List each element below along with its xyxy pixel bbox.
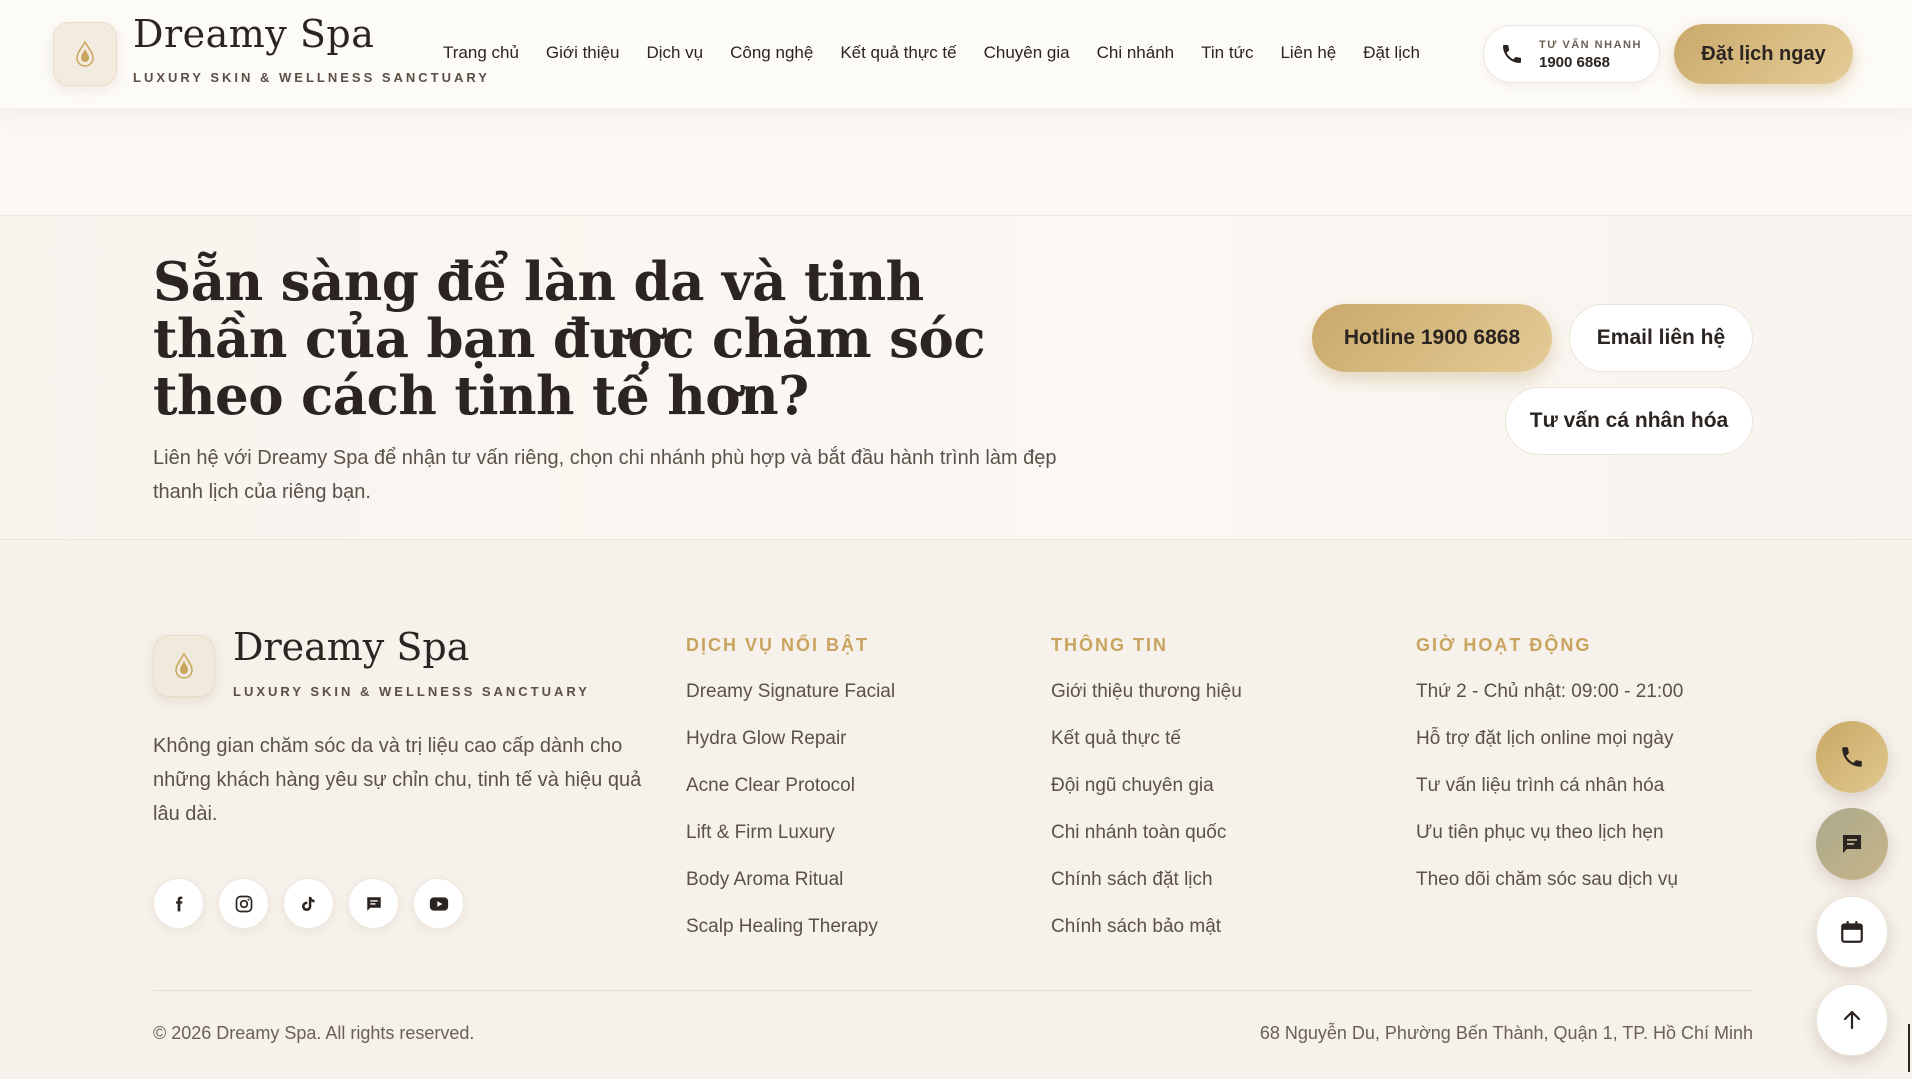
book-now-button[interactable]: Đặt lịch ngay: [1674, 24, 1853, 84]
nav-item-news[interactable]: Tin tức: [1201, 43, 1253, 65]
cta-section: Sẵn sàng để làn da và tinh thần của bạn …: [0, 215, 1912, 540]
site-footer: Dreamy Spa LUXURY SKIN & WELLNESS SANCTU…: [0, 540, 1912, 1079]
brand-name[interactable]: Dreamy Spa: [133, 12, 374, 56]
floating-chat-button[interactable]: [1816, 808, 1888, 880]
footer-link[interactable]: Body Aroma Ritual: [686, 869, 895, 916]
footer-address: 68 Nguyễn Du, Phường Bến Thành, Quận 1, …: [1259, 1023, 1753, 1043]
facebook-link[interactable]: [153, 878, 204, 929]
footer-brand-tagline: LUXURY SKIN & WELLNESS SANCTUARY: [233, 684, 590, 699]
footer-link[interactable]: Lift & Firm Luxury: [686, 822, 895, 869]
copyright: © 2026 Dreamy Spa. All rights reserved.: [153, 1023, 475, 1043]
email-contact-button[interactable]: Email liên hệ: [1569, 304, 1753, 372]
footer-text: Hỗ trợ đặt lịch online mọi ngày: [1416, 728, 1674, 749]
footer-link[interactable]: Chi nhánh toàn quốc: [1051, 822, 1242, 869]
footer-link[interactable]: Kết quả thực tế: [1051, 728, 1242, 775]
hotline-number: 1900 6868: [1539, 54, 1610, 71]
nav-item-contact[interactable]: Liên hệ: [1280, 43, 1336, 65]
footer-text: Theo dõi chăm sóc sau dịch vụ: [1416, 869, 1678, 890]
footer-column-hours: GIỜ HOẠT ĐỘNG Thứ 2 - Chủ nhật: 09:00 - …: [1416, 635, 1683, 916]
scrollbar-thumb[interactable]: [1908, 1024, 1910, 1072]
nav-item-home[interactable]: Trang chủ: [443, 43, 519, 65]
floating-call-button[interactable]: [1816, 721, 1888, 793]
message-icon: [366, 896, 381, 911]
social-links: [153, 878, 464, 929]
instagram-icon: [235, 895, 252, 912]
footer-link[interactable]: Dreamy Signature Facial: [686, 681, 895, 728]
footer-link[interactable]: Hydra Glow Repair: [686, 728, 895, 775]
footer-logo-badge[interactable]: [153, 635, 215, 697]
footer-link[interactable]: Scalp Healing Therapy: [686, 916, 895, 963]
lotus-drop-icon: [76, 40, 94, 67]
footer-link[interactable]: Chính sách đặt lịch: [1051, 869, 1242, 916]
footer-link[interactable]: Giới thiệu thương hiệu: [1051, 681, 1242, 728]
facebook-icon: [175, 896, 182, 911]
footer-text: Ưu tiên phục vụ theo lịch hẹn: [1416, 822, 1664, 843]
footer-column-info: THÔNG TIN Giới thiệu thương hiệu Kết quả…: [1051, 635, 1242, 963]
footer-link[interactable]: Đội ngũ chuyên gia: [1051, 775, 1242, 822]
floating-booking-button[interactable]: [1816, 896, 1888, 968]
header-hotline[interactable]: TƯ VẤN NHANH 1900 6868: [1483, 25, 1660, 83]
youtube-link[interactable]: [413, 878, 464, 929]
footer-description: Không gian chăm sóc da và trị liệu cao c…: [153, 735, 642, 825]
phone-icon: [1503, 45, 1521, 63]
column-heading: THÔNG TIN: [1051, 635, 1168, 655]
tiktok-link[interactable]: [283, 878, 334, 929]
phone-icon: [1842, 747, 1862, 767]
instagram-link[interactable]: [218, 878, 269, 929]
message-link[interactable]: [348, 878, 399, 929]
brand-tagline: LUXURY SKIN & WELLNESS SANCTUARY: [133, 70, 490, 85]
footer-divider: [153, 990, 1753, 991]
column-heading: DỊCH VỤ NỔI BẬT: [686, 635, 869, 655]
chat-icon: [1843, 835, 1861, 853]
arrow-up-icon: [1843, 1010, 1861, 1030]
column-heading: GIỜ HOẠT ĐỘNG: [1416, 635, 1592, 655]
site-header: Dreamy Spa LUXURY SKIN & WELLNESS SANCTU…: [0, 0, 1912, 108]
personal-consult-button[interactable]: Tư vấn cá nhân hóa: [1505, 387, 1753, 455]
logo-badge[interactable]: [53, 22, 117, 86]
footer-link[interactable]: Chính sách bảo mật: [1051, 916, 1242, 963]
nav-item-results[interactable]: Kết quả thực tế: [840, 43, 956, 65]
nav-item-about[interactable]: Giới thiệu: [546, 43, 620, 65]
footer-brand-name[interactable]: Dreamy Spa: [233, 625, 469, 669]
youtube-icon: [429, 896, 448, 911]
footer-link[interactable]: Acne Clear Protocol: [686, 775, 895, 822]
cta-description: Liên hệ với Dreamy Spa để nhận tư vấn ri…: [153, 447, 1057, 503]
lotus-drop-icon: [175, 652, 193, 679]
nav-item-technology[interactable]: Công nghệ: [730, 43, 813, 65]
nav-item-experts[interactable]: Chuyên gia: [984, 43, 1070, 65]
nav-item-branches[interactable]: Chi nhánh: [1097, 43, 1175, 65]
footer-text: Tư vấn liệu trình cá nhân hóa: [1416, 775, 1665, 796]
main-nav: Trang chủ Giới thiệu Dịch vụ Công nghệ K…: [443, 43, 1447, 65]
tiktok-icon: [301, 896, 315, 911]
hotline-button[interactable]: Hotline 1900 6868: [1312, 304, 1552, 372]
nav-item-services[interactable]: Dịch vụ: [646, 43, 703, 65]
footer-column-services: DỊCH VỤ NỔI BẬT Dreamy Signature Facial …: [686, 635, 895, 963]
scroll-top-button[interactable]: [1816, 984, 1888, 1056]
hotline-label: TƯ VẤN NHANH: [1539, 39, 1642, 51]
cta-title: Sẵn sàng để làn da và tinh thần của bạn …: [153, 251, 986, 427]
footer-text: Thứ 2 - Chủ nhật: 09:00 - 21:00: [1416, 681, 1684, 702]
nav-item-booking[interactable]: Đặt lịch: [1363, 43, 1420, 65]
calendar-icon: [1841, 921, 1863, 943]
